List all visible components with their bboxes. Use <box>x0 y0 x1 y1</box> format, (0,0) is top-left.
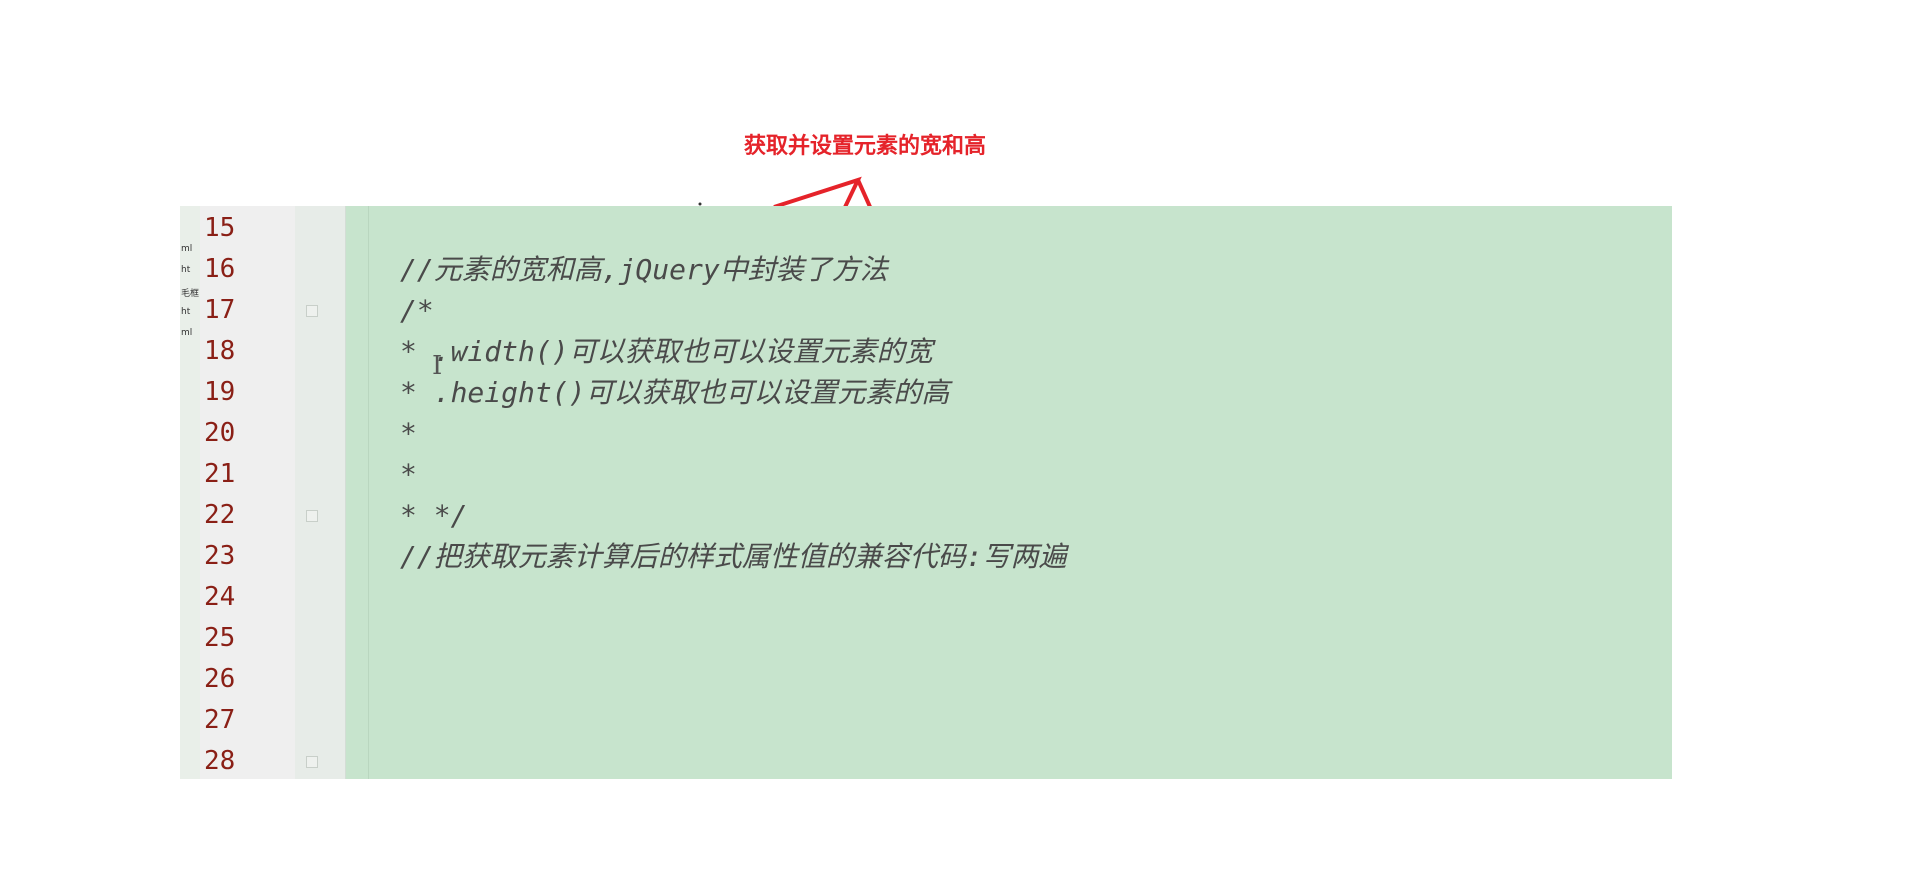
line-number: 15 <box>204 213 236 243</box>
line-number: 19 <box>204 377 236 407</box>
text-cursor-icon: I <box>432 351 443 381</box>
file-tree-item[interactable]: ml <box>181 244 192 254</box>
code-editor[interactable]: ml ht 毛框 ht ml 15 16 17 18 19 20 21 22 2… <box>180 206 1672 779</box>
line-number: 23 <box>204 541 236 571</box>
fold-marker[interactable] <box>306 305 318 317</box>
line-number: 28 <box>204 746 236 776</box>
line-number: 18 <box>204 336 236 366</box>
line-number: 17 <box>204 295 236 325</box>
annotation-title: 获取并设置元素的宽和高 <box>744 134 987 159</box>
code-line[interactable]: * .width()可以获取也可以设置元素的宽 <box>400 331 933 372</box>
fold-marker[interactable] <box>306 756 318 768</box>
line-number: 16 <box>204 254 236 284</box>
file-tree-item[interactable]: ht <box>181 307 190 317</box>
line-number: 22 <box>204 500 236 530</box>
code-line[interactable]: * <box>400 454 417 495</box>
code-line-function[interactable]: $(function () { <box>400 741 720 779</box>
file-tree-strip[interactable]: ml ht 毛框 ht ml <box>180 206 201 779</box>
file-tree-item[interactable]: ml <box>181 328 192 338</box>
line-number: 27 <box>204 705 236 735</box>
file-tree-item[interactable]: ht <box>181 265 190 275</box>
indent-guide <box>368 206 369 779</box>
code-line[interactable]: * .height()可以获取也可以设置元素的高 <box>400 372 949 413</box>
code-line[interactable]: * <box>400 413 417 454</box>
file-tree-item[interactable]: 毛框 <box>181 286 199 299</box>
line-number: 24 <box>204 582 236 612</box>
code-line[interactable]: * */ <box>400 495 467 536</box>
code-line[interactable]: /* <box>400 290 434 331</box>
fold-column <box>295 206 346 779</box>
code-line[interactable]: //把获取元素计算后的样式属性值的兼容代码:写两遍 <box>400 536 1067 577</box>
code-line[interactable]: //元素的宽和高,jQuery中封装了方法 <box>400 249 888 290</box>
fold-marker[interactable] <box>306 510 318 522</box>
line-number: 25 <box>204 623 236 653</box>
line-number: 26 <box>204 664 236 694</box>
line-number: 20 <box>204 418 236 448</box>
line-number: 21 <box>204 459 236 489</box>
